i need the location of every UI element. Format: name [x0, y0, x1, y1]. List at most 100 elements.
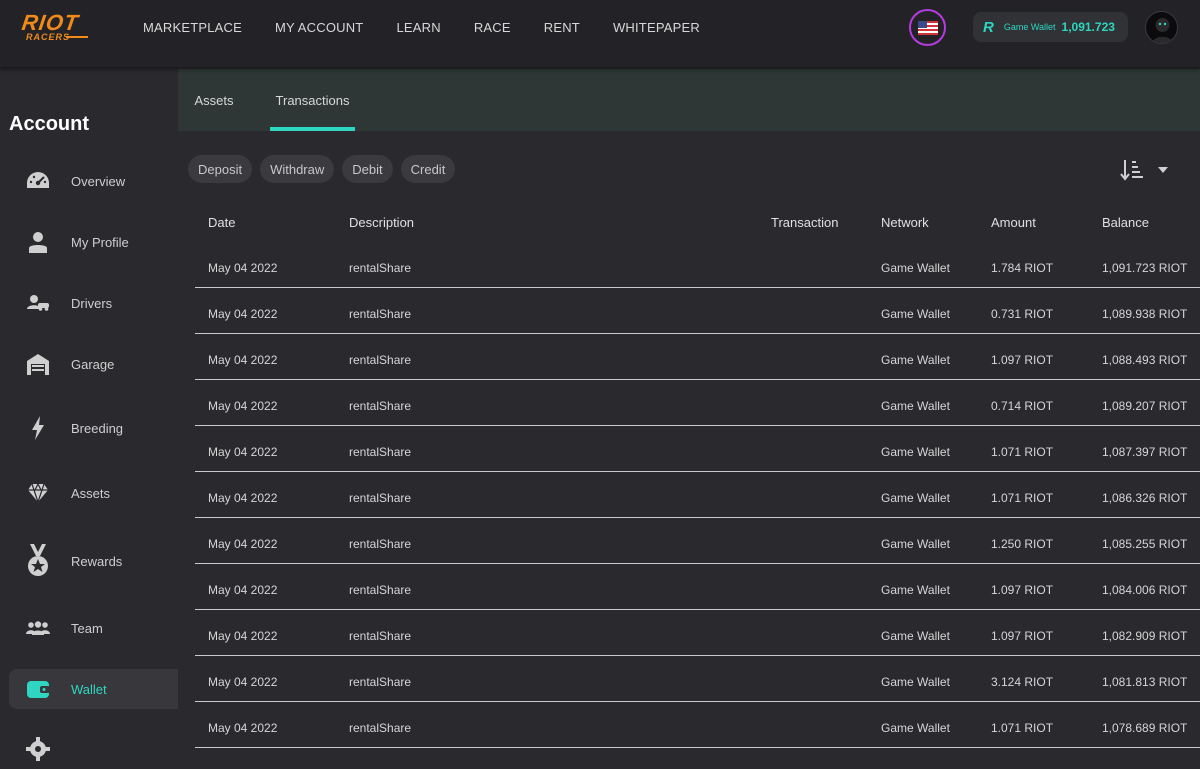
table-row[interactable]: May 04 2022 rentalShare Game Wallet 1.071 R…	[195, 702, 1200, 748]
cell-network: Game Wallet	[881, 675, 950, 689]
cell-date: May 04 2022	[208, 399, 278, 413]
lightning-icon	[25, 415, 51, 441]
cell-amount: 1.097 RIOT	[991, 629, 1054, 643]
sidebar-item-settings-partial[interactable]	[9, 729, 178, 769]
sidebar-item-assets[interactable]: Assets	[9, 473, 178, 513]
cell-network: Game Wallet	[881, 583, 950, 597]
riot-racers-logo[interactable]: RIOT RACERS	[20, 10, 98, 44]
nav-race[interactable]: RACE	[474, 20, 511, 35]
cell-date: May 04 2022	[208, 675, 278, 689]
cell-description: rentalShare	[349, 491, 412, 505]
tab-assets[interactable]: Assets	[195, 69, 234, 131]
sidebar-item-label: Assets	[71, 485, 111, 501]
sort-dropdown[interactable]	[1120, 156, 1170, 184]
table-row[interactable]: May 04 2022 rentalShare Game Wallet 1.071 R…	[195, 472, 1200, 518]
cell-network: Game Wallet	[881, 353, 950, 367]
header-amount[interactable]: Amount	[991, 215, 1036, 230]
cell-amount: 3.124 RIOT	[991, 675, 1054, 689]
user-avatar[interactable]	[1145, 11, 1178, 44]
cell-balance: 1,088.493 RIOT	[1102, 353, 1188, 367]
filter-deposit[interactable]: Deposit	[188, 155, 253, 183]
cell-balance: 1,085.255 RIOT	[1102, 537, 1188, 551]
cell-balance: 1,082.909 RIOT	[1102, 629, 1188, 643]
cell-description: rentalShare	[349, 261, 412, 275]
table-row[interactable]: May 04 2022 rentalShare Game Wallet 1.097 R…	[195, 334, 1200, 380]
wallet-icon	[25, 676, 51, 702]
sidebar-item-label: Wallet	[71, 681, 107, 697]
cell-network: Game Wallet	[881, 307, 950, 321]
header-date[interactable]: Date	[208, 215, 235, 230]
garage-icon	[25, 351, 51, 377]
logo-subtitle: RACERS	[26, 32, 71, 42]
logo-wordmark: RIOT	[20, 10, 81, 35]
table-row[interactable]: May 04 2022 rentalShare Game Wallet 0.731 R…	[195, 288, 1200, 334]
sidebar-item-label: Overview	[71, 173, 126, 189]
sidebar-item-drivers[interactable]: Drivers	[9, 283, 178, 323]
cell-balance: 1,086.326 RIOT	[1102, 491, 1188, 505]
cell-balance: 1,089.207 RIOT	[1102, 399, 1188, 413]
game-wallet-balance[interactable]: R Game Wallet 1,091.723	[973, 12, 1128, 42]
table-row[interactable]: May 04 2022 rentalShare Game Wallet 1.071 R…	[195, 426, 1200, 472]
riot-token-icon: R	[983, 18, 994, 36]
sidebar-item-breeding[interactable]: Breeding	[9, 408, 178, 448]
cell-description: rentalShare	[349, 445, 412, 459]
nav-my-account[interactable]: MY ACCOUNT	[275, 20, 363, 35]
nav-learn[interactable]: LEARN	[396, 20, 440, 35]
table-row[interactable]: May 04 2022 rentalShare Game Wallet 3.124 R…	[195, 656, 1200, 702]
tab-transactions[interactable]: Transactions	[270, 69, 355, 131]
cell-network: Game Wallet	[881, 399, 950, 413]
sidebar-item-label: Garage	[71, 356, 115, 372]
driver-icon	[25, 290, 51, 316]
cell-description: rentalShare	[349, 537, 412, 551]
cell-date: May 04 2022	[208, 537, 278, 551]
cell-description: rentalShare	[349, 583, 412, 597]
diamond-icon	[25, 480, 51, 506]
gear-icon	[25, 736, 51, 762]
sidebar-item-wallet[interactable]: Wallet	[9, 669, 178, 709]
filter-withdraw[interactable]: Withdraw	[260, 155, 335, 183]
sidebar-item-rewards[interactable]: Rewards	[9, 541, 178, 581]
table-row[interactable]: May 04 2022 rentalShare Game Wallet 0.714 R…	[195, 380, 1200, 426]
us-flag-icon	[917, 20, 938, 35]
header-description[interactable]: Description	[349, 215, 414, 230]
team-icon	[25, 615, 51, 641]
table-row[interactable]: May 04 2022 rentalShare Game Wallet 1.250 R…	[195, 518, 1200, 564]
cell-date: May 04 2022	[208, 307, 278, 321]
cell-amount: 1.250 RIOT	[991, 537, 1054, 551]
active-tab-indicator	[270, 127, 355, 131]
wallet-value: 1,091.723	[1061, 20, 1115, 34]
language-selector[interactable]	[909, 9, 946, 46]
cell-description: rentalShare	[349, 399, 412, 413]
sidebar-item-my-profile[interactable]: My Profile	[9, 222, 178, 262]
cell-balance: 1,078.689 RIOT	[1102, 721, 1188, 735]
wallet-tabs: Assets Transactions	[178, 69, 1200, 131]
nav-marketplace[interactable]: MARKETPLACE	[143, 20, 242, 35]
main-nav: MARKETPLACE MY ACCOUNT LEARN RACE RENT W…	[143, 0, 733, 54]
table-row[interactable]: May 04 2022 rentalShare Game Wallet 1.097 R…	[195, 610, 1200, 656]
table-row[interactable]: May 04 2022 rentalShare Game Wallet 1.784 R…	[195, 242, 1200, 288]
table-row[interactable]: May 04 2022 rentalShare Game Wallet 1.097 R…	[195, 564, 1200, 610]
header-network[interactable]: Network	[881, 215, 929, 230]
table-body: May 04 2022 rentalShare Game Wallet 1.784 R…	[195, 242, 1200, 748]
cell-description: rentalShare	[349, 675, 412, 689]
filter-debit[interactable]: Debit	[342, 155, 393, 183]
transactions-table: Date Description Transaction Network Amo…	[195, 204, 1200, 748]
sidebar-item-label: Breeding	[71, 420, 124, 436]
header-balance[interactable]: Balance	[1102, 215, 1149, 230]
sidebar-item-label: Drivers	[71, 295, 113, 311]
sidebar-item-label: Team	[71, 620, 103, 636]
header-transaction[interactable]: Transaction	[771, 215, 838, 230]
sidebar-item-overview[interactable]: Overview	[9, 161, 178, 201]
nav-whitepaper[interactable]: WHITEPAPER	[613, 20, 700, 35]
table-header: Date Description Transaction Network Amo…	[195, 204, 1200, 242]
cell-amount: 1.071 RIOT	[991, 445, 1054, 459]
cell-network: Game Wallet	[881, 261, 950, 275]
cell-amount: 1.097 RIOT	[991, 583, 1054, 597]
sidebar-item-garage[interactable]: Garage	[9, 344, 178, 384]
cell-date: May 04 2022	[208, 445, 278, 459]
sidebar-item-team[interactable]: Team	[9, 608, 178, 648]
nav-rent[interactable]: RENT	[544, 20, 580, 35]
filter-credit[interactable]: Credit	[400, 155, 456, 183]
account-sidebar: Account Overview My Profile Drivers Gara…	[0, 69, 178, 761]
cell-amount: 1.784 RIOT	[991, 261, 1054, 275]
